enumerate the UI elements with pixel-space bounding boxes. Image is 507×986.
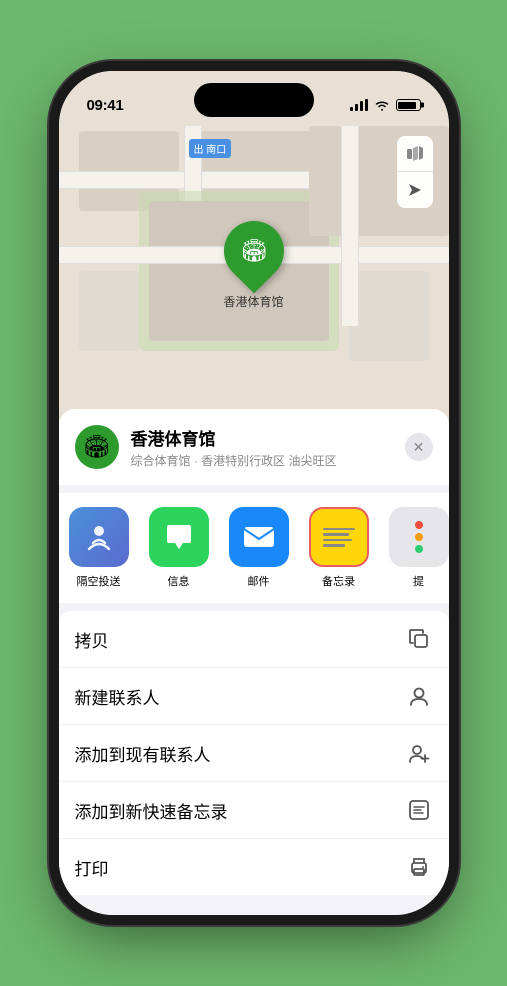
dynamic-island xyxy=(194,83,314,117)
more-icon xyxy=(389,507,449,567)
new-contact-icon xyxy=(405,682,433,710)
location-name: 香港体育馆 xyxy=(131,425,393,450)
map-label: 出 南口 xyxy=(189,139,232,158)
location-icon xyxy=(407,182,423,198)
action-quick-notes[interactable]: 添加到新快速备忘录 xyxy=(59,782,449,839)
mail-label: 邮件 xyxy=(248,573,270,589)
print-icon xyxy=(405,853,433,881)
more-label: 提 xyxy=(413,573,424,589)
copy-icon xyxy=(405,625,433,653)
map-controls xyxy=(397,136,433,208)
battery-icon xyxy=(396,99,421,111)
share-row: 隔空投送 信息 邮件 xyxy=(59,493,449,603)
location-info: 香港体育馆 综合体育馆 · 香港特别行政区 油尖旺区 xyxy=(131,425,393,469)
quick-notes-label: 添加到新快速备忘录 xyxy=(75,798,228,823)
bottom-sheet: 🏟 香港体育馆 综合体育馆 · 香港特别行政区 油尖旺区 ✕ 隔空投送 xyxy=(59,409,449,915)
location-card-icon: 🏟 xyxy=(75,425,119,469)
location-pin: 🏟 香港体育馆 xyxy=(223,221,283,310)
print-svg xyxy=(408,856,430,878)
contact-svg xyxy=(408,685,430,707)
action-copy[interactable]: 拷贝 xyxy=(59,611,449,668)
copy-svg xyxy=(408,628,430,650)
pin-circle: 🏟 xyxy=(211,209,296,294)
message-icon xyxy=(149,507,209,567)
share-airdrop[interactable]: 隔空投送 xyxy=(59,507,139,589)
location-subtitle: 综合体育馆 · 香港特别行政区 油尖旺区 xyxy=(131,452,393,469)
notes-lines xyxy=(317,522,361,553)
message-label: 信息 xyxy=(168,573,190,589)
action-list: 拷贝 新建联系人 xyxy=(59,611,449,895)
signal-icon xyxy=(350,99,368,111)
airdrop-label: 隔空投送 xyxy=(77,573,121,589)
action-print[interactable]: 打印 xyxy=(59,839,449,895)
more-dots xyxy=(415,521,423,553)
print-label: 打印 xyxy=(75,855,109,880)
status-icons xyxy=(350,99,421,111)
add-existing-label: 添加到现有联系人 xyxy=(75,741,211,766)
map-type-icon xyxy=(406,145,424,163)
action-new-contact[interactable]: 新建联系人 xyxy=(59,668,449,725)
action-add-existing[interactable]: 添加到现有联系人 xyxy=(59,725,449,782)
share-notes[interactable]: 备忘录 xyxy=(299,507,379,589)
new-contact-label: 新建联系人 xyxy=(75,684,160,709)
mail-svg xyxy=(242,523,276,551)
airdrop-icon xyxy=(69,507,129,567)
pin-label: 香港体育馆 xyxy=(223,293,283,310)
notes-label: 备忘录 xyxy=(322,573,355,589)
location-card: 🏟 香港体育馆 综合体育馆 · 香港特别行政区 油尖旺区 ✕ xyxy=(59,409,449,485)
mail-icon xyxy=(229,507,289,567)
wifi-icon xyxy=(374,99,390,111)
share-message[interactable]: 信息 xyxy=(139,507,219,589)
close-button[interactable]: ✕ xyxy=(405,433,433,461)
status-time: 09:41 xyxy=(87,97,124,114)
location-button[interactable] xyxy=(397,172,433,208)
quick-notes-icon xyxy=(405,796,433,824)
share-mail[interactable]: 邮件 xyxy=(219,507,299,589)
add-contact-svg xyxy=(408,742,430,764)
add-existing-icon xyxy=(405,739,433,767)
notes-icon xyxy=(309,507,369,567)
phone-frame: 09:41 xyxy=(59,71,449,915)
map-type-button[interactable] xyxy=(397,136,433,172)
pin-inner-icon: 🏟 xyxy=(240,238,268,264)
share-more[interactable]: 提 xyxy=(379,507,449,589)
message-svg xyxy=(163,521,195,553)
copy-label: 拷贝 xyxy=(75,627,109,652)
quick-notes-svg xyxy=(408,799,430,821)
airdrop-svg xyxy=(83,521,115,553)
